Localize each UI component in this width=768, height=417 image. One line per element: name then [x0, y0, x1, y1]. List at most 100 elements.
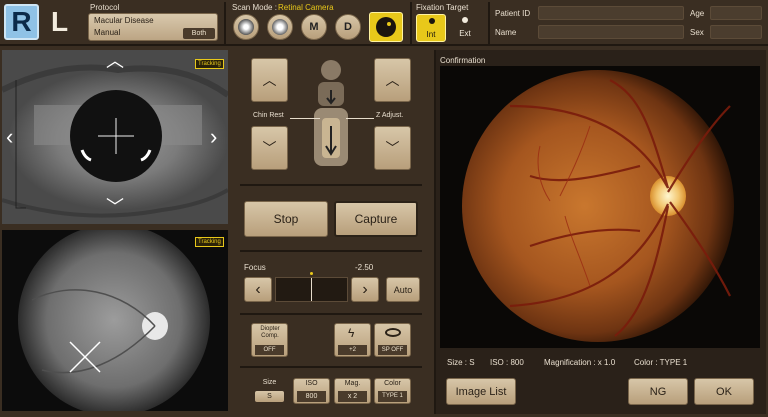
focus-label: Focus	[244, 263, 266, 272]
chevron-up-icon: ︿	[385, 72, 400, 88]
size-value: S	[255, 391, 284, 402]
divider	[240, 250, 422, 252]
iso-value: 800	[297, 391, 326, 402]
mag-label: Mag.	[344, 380, 361, 387]
sp-value: SP OFF	[378, 345, 407, 355]
image-list-button[interactable]: Image List	[446, 378, 516, 405]
focus-indicator-dot	[310, 272, 313, 275]
fundus-photo-graphic	[462, 70, 734, 342]
iso-label: ISO	[305, 380, 318, 387]
chevron-down-icon: ﹀	[385, 140, 400, 156]
focus-auto-button[interactable]: Auto	[386, 277, 420, 302]
chin-rest-down-button[interactable]: ﹀	[251, 126, 288, 170]
oct-icon	[272, 19, 288, 35]
size-setting[interactable]: Size S	[251, 378, 288, 404]
focus-slider[interactable]	[275, 272, 348, 302]
capture-button[interactable]: Capture	[334, 201, 418, 237]
tracking-badge-bottom: Tracking	[195, 237, 224, 247]
move-down-icon[interactable]: ﹀	[106, 198, 124, 216]
color-setting[interactable]: Color TYPE 1	[374, 378, 411, 404]
focus-plus-button[interactable]: ›	[351, 277, 379, 302]
move-left-icon[interactable]: ‹	[6, 124, 13, 150]
age-field[interactable]	[710, 6, 762, 20]
chevron-down-icon: ﹀	[262, 140, 277, 156]
protocol-selector[interactable]: Macular Disease Manual Both	[88, 13, 218, 41]
sex-field[interactable]	[710, 25, 762, 39]
flash-value: +2	[338, 345, 367, 355]
fixation-int-icon	[429, 18, 435, 24]
mag-setting[interactable]: Mag. x 2	[334, 378, 371, 404]
sp-button[interactable]: SP OFF	[374, 323, 411, 357]
z-adjust-leader	[346, 118, 374, 119]
z-adjust-label: Z Adjust.	[376, 112, 404, 119]
scan-mode-label: Scan Mode :	[232, 3, 277, 12]
fixation-ext-icon	[462, 17, 468, 23]
chevron-right-icon: ›	[362, 280, 368, 298]
retina-live-graphic	[18, 230, 210, 411]
protocol-mode-value: Both	[183, 28, 215, 39]
focus-slider-marker	[311, 278, 312, 301]
anterior-eye-view[interactable]: ︿ ﹀ ‹ › Tracking	[2, 50, 228, 224]
divider	[240, 366, 422, 368]
name-field[interactable]	[538, 25, 684, 39]
scan-mode-m-button[interactable]: M	[301, 14, 327, 40]
size-label: Size	[262, 379, 277, 386]
fixation-int-button[interactable]: Int	[416, 14, 446, 42]
right-eye-label: R	[11, 6, 32, 37]
header-divider-1	[224, 2, 226, 44]
d-mode-icon: D	[344, 21, 352, 33]
fixation-int-label: Int	[426, 30, 436, 39]
m-mode-icon: M	[309, 21, 319, 33]
auto-label: Auto	[393, 284, 413, 295]
name-label: Name	[495, 28, 517, 37]
z-adjust-down-button[interactable]: ﹀	[374, 126, 411, 170]
fixation-ext-label: Ext	[459, 29, 471, 38]
stop-button[interactable]: Stop	[244, 201, 328, 237]
iso-setting[interactable]: ISO 800	[293, 378, 330, 404]
device-illustration	[296, 56, 366, 174]
protocol-mode: Manual	[94, 28, 121, 37]
mag-value: x 2	[338, 391, 367, 402]
image-list-label: Image List	[455, 385, 507, 398]
left-eye-label: L	[50, 6, 69, 37]
scan-mode-d-button[interactable]: D	[335, 14, 361, 40]
fundus-icon	[238, 19, 254, 35]
patient-id-field[interactable]	[538, 6, 684, 20]
color-value: TYPE 1	[378, 391, 407, 402]
sex-label: Sex	[690, 28, 704, 37]
fixation-ext-button[interactable]: Ext	[450, 14, 480, 42]
patient-id-label: Patient ID	[495, 9, 531, 18]
flash-icon: ϟ	[348, 326, 355, 340]
ng-button[interactable]: NG	[628, 378, 688, 405]
confirmation-magnification: Magnification : x 1.0	[544, 358, 616, 367]
chin-rest-up-button[interactable]: ︿	[251, 58, 288, 102]
flash-button[interactable]: ϟ +2	[334, 323, 371, 357]
move-right-icon[interactable]: ›	[210, 124, 217, 150]
scan-mode-oct-button[interactable]	[267, 14, 293, 40]
move-up-icon[interactable]: ︿	[106, 52, 124, 70]
fundus-image[interactable]	[440, 66, 760, 348]
scan-mode-fundus-button[interactable]	[233, 14, 259, 40]
scan-mode-camera-button[interactable]	[369, 12, 403, 42]
chin-rest-label: Chin Rest	[253, 112, 284, 119]
focus-minus-button[interactable]: ‹	[244, 277, 272, 302]
retina-live-view[interactable]: Tracking	[2, 230, 228, 411]
scan-mode-value: Retinal Camera	[278, 3, 334, 12]
eye-icon	[385, 328, 401, 337]
fixation-label: Fixation Target	[416, 3, 469, 12]
z-adjust-up-button[interactable]: ︿	[374, 58, 411, 102]
capture-label: Capture	[354, 212, 398, 226]
left-eye-button[interactable]: L	[42, 4, 77, 40]
diopter-comp-button[interactable]: Diopter Comp. OFF	[251, 323, 288, 357]
right-eye-button[interactable]: R	[4, 4, 39, 40]
divider	[240, 313, 422, 315]
ng-label: NG	[649, 385, 667, 398]
tracking-badge-top: Tracking	[195, 59, 224, 69]
confirmation-color: Color : TYPE 1	[634, 358, 688, 367]
ok-button[interactable]: OK	[694, 378, 754, 405]
focus-value: -2.50	[355, 263, 374, 272]
divider	[240, 184, 422, 186]
diopter-comp-label: Diopter Comp.	[260, 326, 280, 339]
ok-label: OK	[716, 385, 732, 398]
retinal-camera-icon	[376, 17, 396, 37]
